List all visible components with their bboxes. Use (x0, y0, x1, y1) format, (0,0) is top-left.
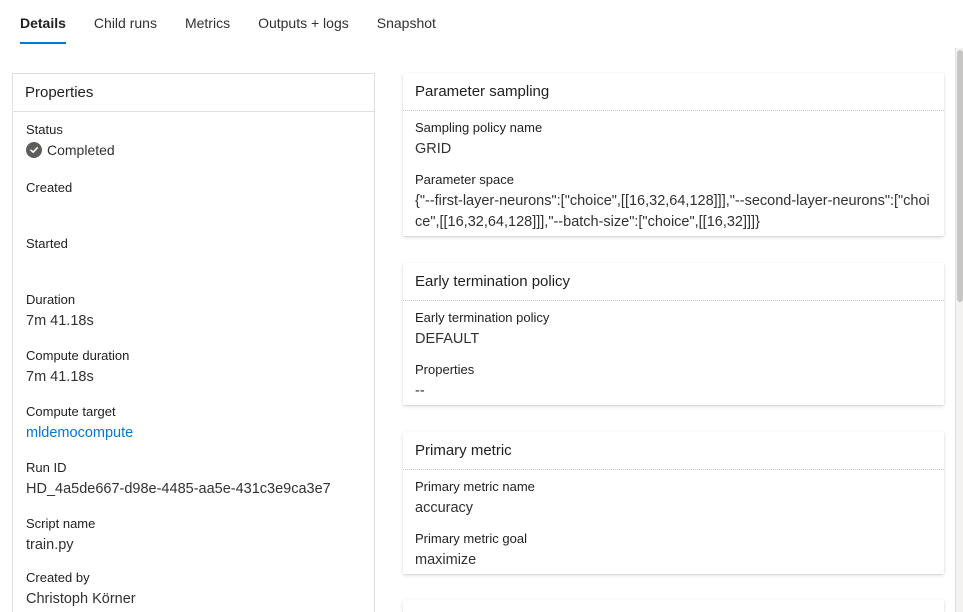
run-id-value: HD_4a5de667-d98e-4485-aa5e-431c3e9ca3e7 (26, 481, 331, 497)
compute-target-link[interactable]: mldemocompute (26, 423, 133, 443)
started-label: Started (26, 236, 68, 251)
termination-policy-field: Early termination policy DEFAULT (415, 309, 549, 349)
run-id-label: Run ID (26, 460, 67, 475)
created-field: Created (26, 179, 72, 196)
compute-target-label: Compute target (26, 404, 116, 419)
tab-child-runs[interactable]: Child runs (94, 0, 157, 46)
tab-snapshot[interactable]: Snapshot (377, 0, 436, 46)
primary-metric-goal-field: Primary metric goal maximize (415, 530, 527, 570)
primary-metric-title: Primary metric (403, 432, 944, 470)
compute-duration-value: 7m 41.18s (26, 369, 94, 385)
duration-label: Duration (26, 292, 76, 307)
status-badge: Completed (26, 142, 115, 158)
properties-panel: Properties Status Completed Created Star… (12, 73, 375, 612)
created-label: Created (26, 180, 73, 195)
termination-properties-value: -- (415, 383, 425, 399)
script-name-label: Script name (26, 516, 96, 531)
termination-properties-field: Properties -- (415, 361, 474, 401)
tab-metrics[interactable]: Metrics (185, 0, 230, 46)
primary-metric-card: Primary metric Primary metric name accur… (403, 432, 944, 574)
parameter-sampling-title: Parameter sampling (403, 73, 944, 111)
created-by-value: Christoph Körner (26, 591, 136, 607)
status-label: Status (26, 122, 63, 137)
script-name-field: Script name train.py (26, 515, 95, 555)
vertical-scrollbar[interactable] (955, 48, 963, 612)
parameter-sampling-card: Parameter sampling Sampling policy name … (403, 73, 944, 236)
scrollbar-thumb[interactable] (957, 50, 963, 302)
status-value: Completed (47, 142, 115, 158)
tab-bar: Details Child runs Metrics Outputs + log… (20, 0, 464, 46)
duration-field: Duration 7m 41.18s (26, 291, 94, 331)
duration-value: 7m 41.18s (26, 313, 94, 329)
primary-metric-name-field: Primary metric name accuracy (415, 478, 535, 518)
properties-title: Properties (13, 74, 374, 112)
termination-policy-label: Early termination policy (415, 310, 550, 325)
sampling-policy-label: Sampling policy name (415, 120, 543, 135)
primary-metric-name-value: accuracy (415, 500, 474, 516)
compute-duration-label: Compute duration (26, 348, 130, 363)
primary-metric-name-label: Primary metric name (415, 479, 535, 494)
early-termination-title: Early termination policy (403, 263, 944, 301)
started-field: Started (26, 235, 68, 252)
termination-properties-label: Properties (415, 362, 475, 377)
early-termination-card: Early termination policy Early terminati… (403, 263, 944, 405)
sampling-policy-field: Sampling policy name GRID (415, 119, 542, 159)
compute-target-field: Compute target mldemocompute (26, 403, 133, 443)
created-by-label: Created by (26, 570, 90, 585)
termination-policy-value: DEFAULT (415, 331, 480, 347)
script-name-value: train.py (26, 537, 74, 553)
primary-metric-goal-value: maximize (415, 552, 477, 568)
parameter-space-field: Parameter space {"--first-layer-neurons"… (415, 171, 935, 233)
status-field: Status Completed (26, 121, 115, 158)
primary-metric-goal-label: Primary metric goal (415, 531, 527, 546)
created-by-field: Created by Christoph Körner (26, 569, 136, 609)
tab-outputs-logs[interactable]: Outputs + logs (258, 0, 349, 46)
tab-details[interactable]: Details (20, 0, 66, 46)
run-id-field: Run ID HD_4a5de667-d98e-4485-aa5e-431c3e… (26, 459, 331, 499)
next-card (403, 600, 944, 612)
checkmark-circle-icon (26, 142, 42, 158)
parameter-space-label: Parameter space (415, 172, 514, 187)
sampling-policy-value: GRID (415, 141, 452, 157)
parameter-space-value: {"--first-layer-neurons":["choice",[[16,… (415, 193, 930, 230)
compute-duration-field: Compute duration 7m 41.18s (26, 347, 129, 387)
